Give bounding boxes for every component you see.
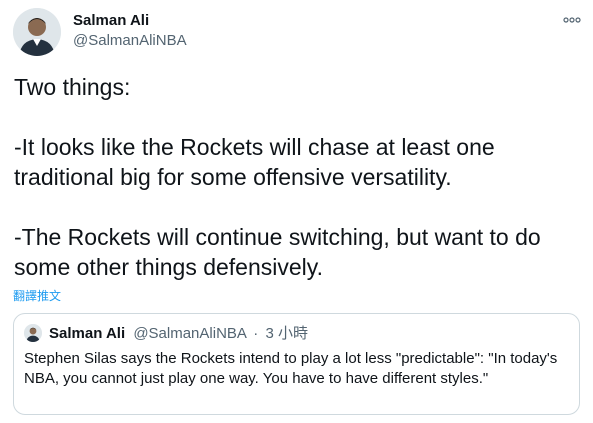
quote-author-name: Salman Ali bbox=[49, 325, 126, 342]
avatar-image bbox=[24, 324, 42, 342]
tweet-line: Two things: bbox=[14, 74, 131, 100]
quote-text: Stephen Silas says the Rockets intend to… bbox=[24, 350, 558, 387]
tweet-text: Two things: -It looks like the Rockets w… bbox=[14, 72, 582, 282]
author-avatar[interactable] bbox=[13, 8, 61, 56]
avatar-image bbox=[13, 8, 61, 56]
more-options-button[interactable] bbox=[559, 10, 585, 30]
author-handle[interactable]: @SalmanAliNBA bbox=[73, 31, 187, 51]
quote-author-avatar bbox=[24, 324, 42, 342]
tweet-line: -It looks like the Rockets will chase at… bbox=[14, 134, 495, 190]
tweet: Salman Ali @SalmanAliNBA Two things: -It… bbox=[0, 0, 593, 423]
tweet-line: -The Rockets will continue switching, bu… bbox=[14, 224, 541, 280]
author-name[interactable]: Salman Ali bbox=[73, 11, 149, 31]
quoted-tweet[interactable]: Salman Ali @SalmanAliNBA · 3 小時 Stephen … bbox=[13, 313, 580, 415]
quote-header: Salman Ali @SalmanAliNBA · 3 小時 bbox=[49, 324, 308, 344]
quote-author-handle: @SalmanAliNBA bbox=[133, 325, 247, 342]
more-horizontal-icon bbox=[563, 17, 581, 23]
quote-timestamp: 3 小時 bbox=[265, 325, 308, 342]
translate-tweet-link[interactable]: 翻譯推文 bbox=[13, 288, 61, 304]
quote-separator: · bbox=[253, 325, 259, 342]
